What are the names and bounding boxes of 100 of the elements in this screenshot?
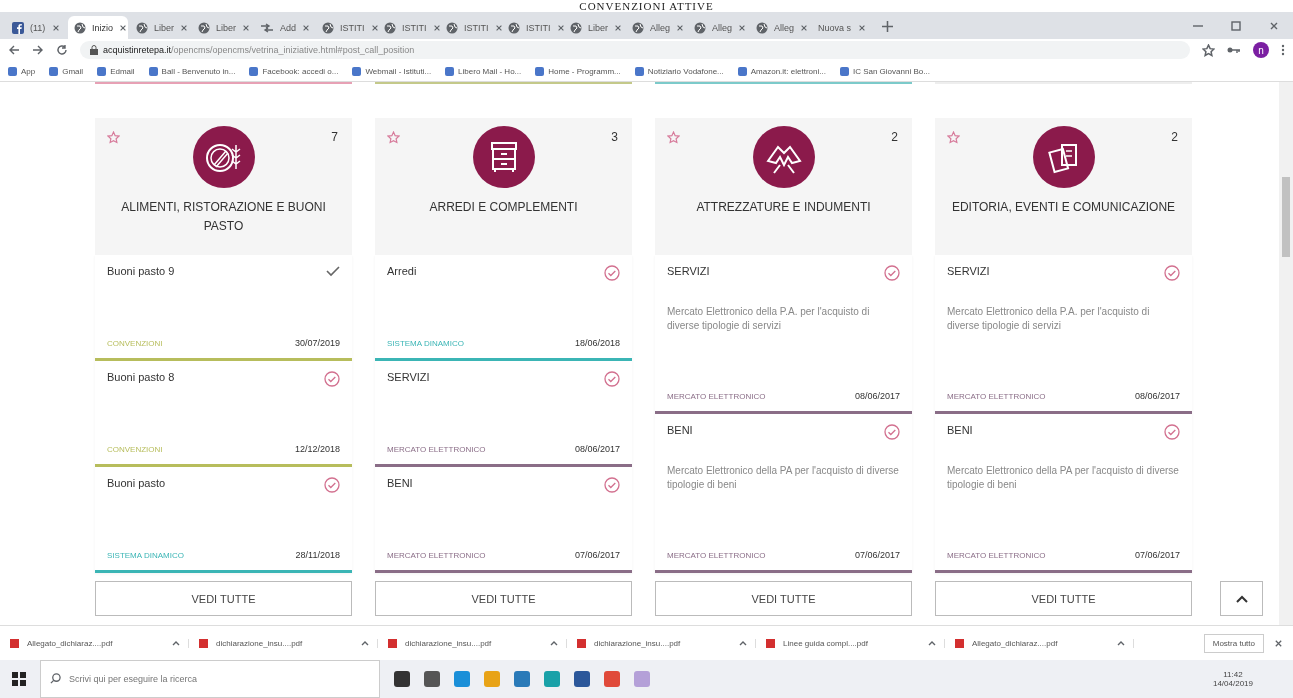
caret-up-icon[interactable] — [928, 640, 936, 646]
see-all-button[interactable]: VEDI TUTTE — [95, 581, 352, 616]
initiative-date: 07/06/2017 — [1134, 550, 1180, 560]
browser-tab[interactable]: ISTITI — [440, 16, 500, 39]
browser-tab[interactable]: Inizio — [68, 16, 128, 39]
taskbar-app-icon[interactable] — [394, 671, 410, 687]
category-title[interactable]: ALIMENTI, RISTORAZIONE E BUONI PASTO — [95, 188, 352, 236]
initiative-title: BENI — [387, 477, 413, 489]
download-item[interactable]: dichiarazione_insu....pdf — [388, 638, 567, 648]
reload-icon[interactable] — [56, 44, 68, 56]
close-icon[interactable] — [370, 23, 379, 32]
new-tab-icon[interactable] — [882, 21, 893, 32]
bookmark-link[interactable]: Ball - Benvenuto in... — [148, 66, 236, 76]
download-item[interactable]: Allegato_dichiaraz....pdf — [10, 638, 189, 648]
bookmark-link[interactable]: IC San Giovanni Bo... — [839, 66, 930, 76]
close-icon[interactable] — [432, 23, 441, 32]
caret-up-icon — [1235, 594, 1248, 603]
browser-tab[interactable]: Nuova s — [812, 16, 872, 39]
browser-tab[interactable]: Liber — [130, 16, 190, 39]
channel-label: MERCATO ELETTRONICO — [387, 550, 486, 560]
caret-up-icon[interactable] — [1117, 640, 1125, 646]
initiative-title: SERVIZI — [947, 265, 990, 277]
channel-label: MERCATO ELETTRONICO — [947, 550, 1046, 560]
channel-label: MERCATO ELETTRONICO — [667, 391, 766, 401]
browser-tab[interactable]: (11) — [6, 16, 66, 39]
close-icon[interactable] — [614, 23, 622, 32]
see-all-button[interactable]: VEDI TUTTE — [935, 581, 1192, 616]
initiative-card[interactable]: BENI MERCATO ELETTRONICO 07/06/2017 — [375, 467, 632, 573]
close-icon[interactable] — [676, 23, 684, 32]
browser-tab[interactable]: Liber — [564, 16, 624, 39]
star-icon[interactable] — [947, 131, 960, 144]
initiative-card[interactable]: BENI Mercato Elettronico della PA per l'acquisto di diverse tipologie di beni MERCATO ELETTRONICO 07/06/2017 — [935, 414, 1192, 573]
initiative-card[interactable]: SERVIZI Mercato Elettronico della P.A. per l'acquisto di diverse tipologie di servizi MERCATO ELETTRONICO 08/06/2017 — [655, 255, 912, 414]
windows-start-icon[interactable] — [12, 672, 26, 686]
profile-avatar[interactable]: n — [1253, 42, 1269, 58]
close-icon[interactable] — [180, 23, 188, 32]
forward-icon[interactable] — [32, 44, 44, 56]
bookmark-link[interactable]: Edmail — [97, 66, 135, 76]
star-icon[interactable] — [387, 131, 400, 144]
initiative-card[interactable]: BENI Mercato Elettronico della PA per l'acquisto di diverse tipologie di beni MERCATO ELETTRONICO 07/06/2017 — [655, 414, 912, 573]
category-title[interactable]: EDITORIA, EVENTI E COMUNICAZIONE — [937, 188, 1190, 217]
show-all-button[interactable]: Mostra tutto — [1203, 633, 1264, 653]
see-all-button[interactable]: VEDI TUTTE — [655, 581, 912, 616]
close-icon[interactable] — [52, 23, 60, 32]
browser-tab[interactable]: Liber — [192, 16, 252, 39]
category-title[interactable]: ARREDI E COMPLEMENTI — [415, 188, 592, 217]
close-icon[interactable] — [738, 23, 746, 32]
bookmark-link[interactable]: Amazon.it: elettroni... — [737, 66, 826, 76]
initiative-card[interactable]: Buoni pasto SISTEMA DINAMICO 28/11/2018 — [95, 467, 352, 573]
scroll-to-top-button[interactable] — [1220, 581, 1263, 616]
browser-tab[interactable]: ISTITI — [378, 16, 438, 39]
bookmark-link[interactable]: Gmail — [49, 66, 84, 76]
download-item[interactable]: Linee guida compl....pdf — [766, 638, 945, 648]
menu-icon[interactable] — [1281, 44, 1285, 56]
initiative-card[interactable]: Buoni pasto 8 CONVENZIONI 12/12/2018 — [95, 361, 352, 467]
bookmark-link[interactable]: Home - Programm... — [535, 66, 621, 76]
star-icon[interactable] — [1202, 43, 1215, 57]
close-icon[interactable] — [556, 23, 565, 32]
caret-up-icon[interactable] — [550, 640, 558, 646]
scrollbar-thumb[interactable] — [1282, 177, 1290, 257]
address-bar[interactable]: acquistinretepa.it/opencms/opencms/vetrina_iniziative.html#post_call_position — [80, 41, 1190, 59]
close-icon[interactable] — [1269, 21, 1279, 31]
caret-up-icon[interactable] — [361, 640, 369, 646]
bookmark-link[interactable]: Libero Mail - Ho... — [445, 66, 522, 76]
initiative-card[interactable]: Buoni pasto 9 CONVENZIONI 30/07/2019 — [95, 255, 352, 361]
taskbar-app-icon[interactable] — [424, 671, 440, 687]
initiative-card[interactable]: SERVIZI MERCATO ELETTRONICO 08/06/2017 — [375, 361, 632, 467]
download-item[interactable]: Allegato_dichiaraz....pdf — [955, 638, 1134, 648]
caret-up-icon[interactable] — [172, 640, 180, 646]
see-all-button[interactable]: VEDI TUTTE — [375, 581, 632, 616]
browser-tab[interactable]: Alleg — [750, 16, 810, 39]
close-icon[interactable] — [858, 23, 866, 32]
browser-tab[interactable]: Alleg — [688, 16, 748, 39]
browser-tab[interactable]: ISTITI — [502, 16, 562, 39]
close-icon[interactable] — [1274, 638, 1283, 648]
taskbar-app-icon[interactable] — [574, 671, 590, 687]
star-icon[interactable] — [107, 131, 120, 144]
taskbar-search-field[interactable]: Scrivi qui per eseguire la ricerca — [40, 660, 380, 698]
download-item[interactable]: dichiarazione_insu....pdf — [199, 638, 378, 648]
bookmark-link[interactable]: Webmail - Istituti... — [352, 66, 432, 76]
download-item[interactable]: dichiarazione_insu....pdf — [577, 638, 756, 648]
bookmark-link[interactable]: App — [8, 66, 36, 76]
close-icon[interactable] — [119, 23, 127, 32]
close-icon[interactable] — [302, 23, 310, 32]
close-icon[interactable] — [242, 23, 250, 32]
category-title[interactable]: ATTREZZATURE E INDUMENTI — [682, 188, 885, 217]
close-icon[interactable] — [494, 23, 503, 32]
key-icon[interactable] — [1227, 46, 1241, 54]
browser-tab[interactable]: Alleg — [626, 16, 686, 39]
bookmark-link[interactable]: Facebook: accedi o... — [249, 66, 339, 76]
back-icon[interactable] — [8, 44, 20, 56]
browser-tab[interactable]: ISTITI — [316, 16, 376, 39]
close-icon[interactable] — [800, 23, 808, 32]
bookmark-link[interactable]: Notiziario Vodafone... — [634, 66, 724, 76]
initiative-card[interactable]: SERVIZI Mercato Elettronico della P.A. per l'acquisto di diverse tipologie di servizi MERCATO ELETTRONICO 08/06/2017 — [935, 255, 1192, 414]
browser-tab[interactable]: Add — [254, 16, 314, 39]
star-icon[interactable] — [667, 131, 680, 144]
maximize-icon[interactable] — [1231, 21, 1241, 31]
initiative-card[interactable]: Arredi SISTEMA DINAMICO 18/06/2018 — [375, 255, 632, 361]
caret-up-icon[interactable] — [739, 640, 747, 646]
